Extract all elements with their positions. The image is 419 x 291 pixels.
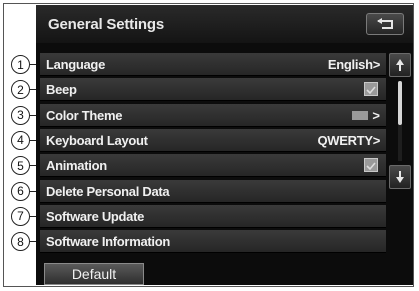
callout-number: 6 bbox=[11, 181, 30, 201]
checkmark-icon bbox=[366, 86, 376, 95]
row-label: Language bbox=[46, 57, 105, 72]
checkbox[interactable] bbox=[364, 82, 378, 97]
scroll-up-button[interactable] bbox=[389, 53, 411, 77]
settings-row-beep[interactable]: Beep bbox=[40, 78, 386, 102]
color-theme-swatch bbox=[352, 110, 368, 120]
callout-number: 7 bbox=[11, 206, 30, 226]
scroll-thumb[interactable] bbox=[398, 81, 402, 125]
callout-number: 8 bbox=[11, 232, 30, 252]
scroll-track[interactable] bbox=[398, 81, 402, 161]
callout-number: 1 bbox=[11, 55, 30, 74]
scroll-down-icon bbox=[396, 171, 404, 183]
row-value: QWERTY> bbox=[317, 132, 380, 148]
return-arrow-icon bbox=[377, 18, 393, 29]
default-button[interactable]: Default bbox=[44, 263, 144, 285]
checkbox[interactable] bbox=[364, 158, 378, 173]
row-arrow: > bbox=[372, 107, 380, 123]
page-title: General Settings bbox=[48, 16, 165, 33]
row-label: Delete Personal Data bbox=[46, 183, 170, 199]
row-label: Software Update bbox=[46, 208, 145, 224]
row-label: Color Theme bbox=[46, 107, 123, 123]
settings-row-color-theme[interactable]: Color Theme > bbox=[40, 103, 386, 127]
settings-screen: General Settings Language English> Beep Col… bbox=[36, 5, 413, 285]
callout-number: 4 bbox=[11, 130, 30, 150]
row-label: Keyboard Layout bbox=[46, 132, 148, 148]
callout-number: 3 bbox=[11, 105, 30, 125]
settings-row-language[interactable]: Language English> bbox=[40, 53, 386, 76]
settings-row-software-update[interactable]: Software Update bbox=[40, 204, 386, 228]
scroll-up-icon bbox=[396, 59, 404, 71]
back-button[interactable] bbox=[366, 13, 404, 35]
row-value: English> bbox=[327, 57, 380, 72]
settings-row-delete-personal-data[interactable]: Delete Personal Data bbox=[40, 179, 386, 203]
settings-row-keyboard-layout[interactable]: Keyboard Layout QWERTY> bbox=[40, 128, 386, 152]
row-label: Beep bbox=[46, 82, 77, 98]
row-label: Software Information bbox=[46, 234, 171, 250]
row-label: Animation bbox=[46, 158, 107, 174]
settings-row-software-information[interactable]: Software Information bbox=[40, 230, 386, 254]
scroll-down-button[interactable] bbox=[389, 165, 411, 189]
title-bar: General Settings bbox=[36, 5, 413, 43]
settings-row-animation[interactable]: Animation bbox=[40, 154, 386, 178]
checkmark-icon bbox=[366, 162, 376, 171]
scrollbar[interactable] bbox=[389, 53, 411, 193]
